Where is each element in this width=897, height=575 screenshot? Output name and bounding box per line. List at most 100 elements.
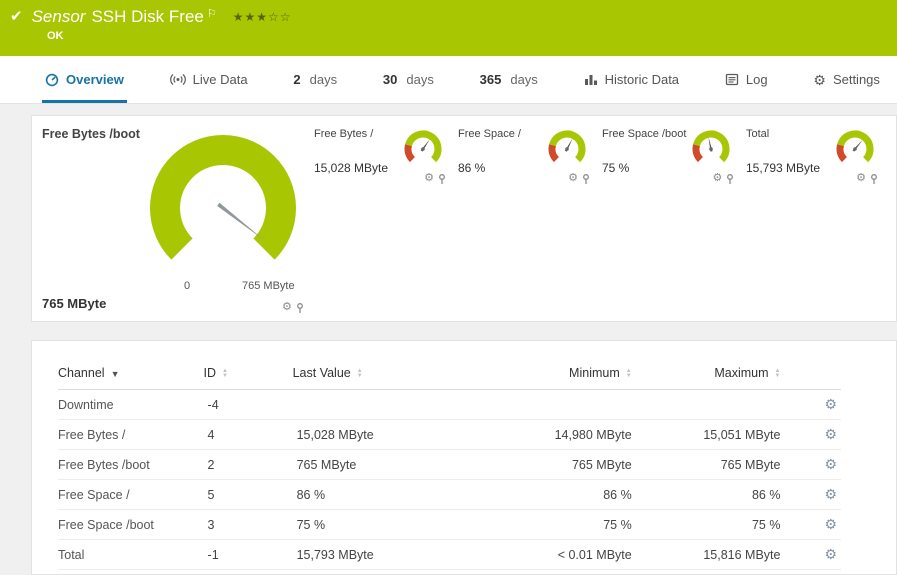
channel-settings-icon[interactable]: ⚙: [824, 426, 837, 442]
channel-label: Free Bytes /: [314, 128, 374, 140]
channel-label: Total: [746, 128, 770, 140]
column-header-last-value[interactable]: Last Value ▲ ▼: [293, 366, 363, 380]
table-row-free-space-root: Free Space / 5 86 % 86 % 86 % ⚙: [58, 479, 841, 510]
channel-settings-icon[interactable]: ⚙: [824, 486, 837, 502]
gauge-settings-icon[interactable]: ⚙: [713, 173, 723, 184]
mini-gauges-row: Free Bytes / 15,028 MByte ⚙ Free Space /: [314, 128, 890, 184]
column-label: Minimum: [569, 366, 620, 380]
sort-icon: ▲ ▼: [222, 367, 228, 379]
main-gauge: 0 765 MByte: [138, 130, 308, 305]
channel-id: 2: [203, 449, 293, 480]
historic-data-chart-icon: [584, 73, 598, 86]
tab-30-days[interactable]: 30 days: [380, 56, 437, 103]
channel-minimum: < 0.01 MByte: [477, 539, 636, 570]
overview-gauge-icon: [45, 73, 59, 87]
channel-settings-icon[interactable]: ⚙: [824, 516, 837, 532]
channel-last-value: 765 MByte: [292, 449, 478, 480]
channels-table: Channel ▼ ID ▲ ▼ Last Value ▲ ▼ Minimum ▲ ▼ Max…: [58, 357, 841, 570]
gauge-pin-icon[interactable]: [726, 173, 734, 184]
column-header-minimum[interactable]: Minimum ▲ ▼: [569, 366, 632, 380]
column-header-id[interactable]: ID ▲ ▼: [204, 366, 228, 380]
mini-gauge-free-space-root: Free Space / 86 % ⚙: [458, 128, 602, 184]
channel-maximum: 86 %: [635, 479, 785, 510]
channel-label: Free Space /boot: [602, 128, 687, 140]
sensor-name: SSH Disk Free: [91, 7, 204, 26]
gauge-pin-icon[interactable]: [870, 173, 878, 184]
tab-2-days[interactable]: 2 days: [290, 56, 340, 103]
channel-settings-icon[interactable]: ⚙: [824, 456, 837, 472]
main-gauge-actions: ⚙: [282, 302, 304, 313]
gauge-pin-icon[interactable]: [582, 173, 590, 184]
tab-number: 30: [382, 72, 398, 87]
channel-value: 15,793 MByte: [746, 161, 821, 175]
sensor-header: ✔ Sensor SSH Disk Free ⚐ ★★★☆☆ OK: [0, 0, 897, 56]
channel-minimum: 75 %: [477, 509, 636, 540]
gauge-pin-icon[interactable]: [296, 302, 304, 313]
column-label: Channel: [58, 366, 105, 380]
channel-value: 86 %: [458, 161, 486, 175]
channel-minimum: 86 %: [477, 479, 636, 510]
tab-unit: days: [406, 72, 434, 87]
priority-stars[interactable]: ★★★☆☆: [233, 10, 292, 24]
channel-id: 3: [203, 509, 293, 540]
tab-number: 2: [293, 72, 301, 87]
tab-label: Live Data: [192, 72, 248, 87]
channel-value: 15,028 MByte: [314, 161, 389, 175]
sort-icon: ▲ ▼: [774, 367, 781, 379]
column-header-channel[interactable]: Channel ▼: [58, 366, 120, 380]
channel-last-value: 75 %: [292, 509, 478, 540]
tab-overview[interactable]: Overview: [42, 56, 127, 103]
title-prefix: Sensor: [31, 7, 86, 26]
channel-maximum: 765 MByte: [635, 449, 785, 480]
live-data-icon: [169, 73, 186, 86]
log-list-icon: [725, 73, 739, 86]
mini-gauge-dial: [404, 130, 442, 163]
flag-icon[interactable]: ⚐: [207, 7, 217, 20]
tab-365-days[interactable]: 365 days: [477, 56, 541, 103]
mini-gauge-free-bytes-root: Free Bytes / 15,028 MByte ⚙: [314, 128, 458, 184]
channel-name: Total: [58, 539, 204, 570]
channel-settings-icon[interactable]: ⚙: [824, 546, 837, 562]
table-row-downtime: Downtime -4 ⚙: [58, 389, 841, 420]
gauge-scale-max: 765 MByte: [242, 280, 295, 292]
tab-historic-data[interactable]: Historic Data: [581, 56, 682, 103]
main-gauge-value: 765 MByte: [42, 296, 107, 311]
table-row-free-space-boot: Free Space /boot 3 75 % 75 % 75 % ⚙: [58, 509, 841, 540]
sort-icon: ▲ ▼: [356, 367, 363, 379]
channel-minimum: 765 MByte: [477, 449, 636, 480]
column-label: Maximum: [714, 366, 769, 380]
tab-live-data[interactable]: Live Data: [167, 56, 251, 103]
channel-maximum: 15,051 MByte: [635, 419, 785, 450]
mini-gauge-dial: [692, 130, 730, 163]
column-header-maximum[interactable]: Maximum ▲ ▼: [714, 366, 780, 380]
channel-minimum: 14,980 MByte: [477, 419, 636, 450]
gauge-settings-icon[interactable]: ⚙: [424, 173, 434, 184]
tab-label: Overview: [66, 72, 124, 87]
mini-gauge-total: Total 15,793 MByte ⚙: [746, 128, 890, 184]
gauge-pin-icon[interactable]: [438, 173, 446, 184]
channel-last-value: 15,028 MByte: [292, 419, 478, 450]
gauge-scale-min: 0: [184, 280, 191, 292]
gauge-settings-icon[interactable]: ⚙: [856, 173, 866, 184]
mini-gauge-dial: [548, 130, 586, 163]
tab-bar: Overview Live Data 2 days 30 days 365 da…: [0, 56, 897, 104]
tab-settings[interactable]: ⚙ Settings: [810, 56, 883, 103]
channel-maximum: [635, 389, 785, 420]
channel-value: 75 %: [602, 161, 630, 175]
channel-last-value: [292, 389, 478, 420]
channel-name: Downtime: [58, 389, 204, 420]
channels-panel: Channel ▼ ID ▲ ▼ Last Value ▲ ▼ Minimum ▲ ▼ Max…: [31, 340, 897, 575]
main-gauge-dial: [150, 135, 296, 260]
page-title: Sensor SSH Disk Free ⚐: [32, 7, 217, 27]
gauge-settings-icon[interactable]: ⚙: [568, 173, 578, 184]
channel-id: 4: [203, 419, 293, 450]
gauges-panel: Free Bytes /boot 0 765 MByte 765 MByte ⚙…: [31, 115, 897, 322]
tab-unit: days: [309, 72, 338, 87]
channel-settings-icon[interactable]: ⚙: [824, 396, 837, 412]
gauge-settings-icon[interactable]: ⚙: [282, 302, 292, 313]
mini-gauge-free-space-boot: Free Space /boot 75 % ⚙: [602, 128, 746, 184]
tab-log[interactable]: Log: [722, 56, 771, 103]
main-gauge-label: Free Bytes /boot: [42, 127, 140, 141]
status-badge: OK: [47, 30, 64, 42]
tab-label: Log: [745, 72, 768, 87]
